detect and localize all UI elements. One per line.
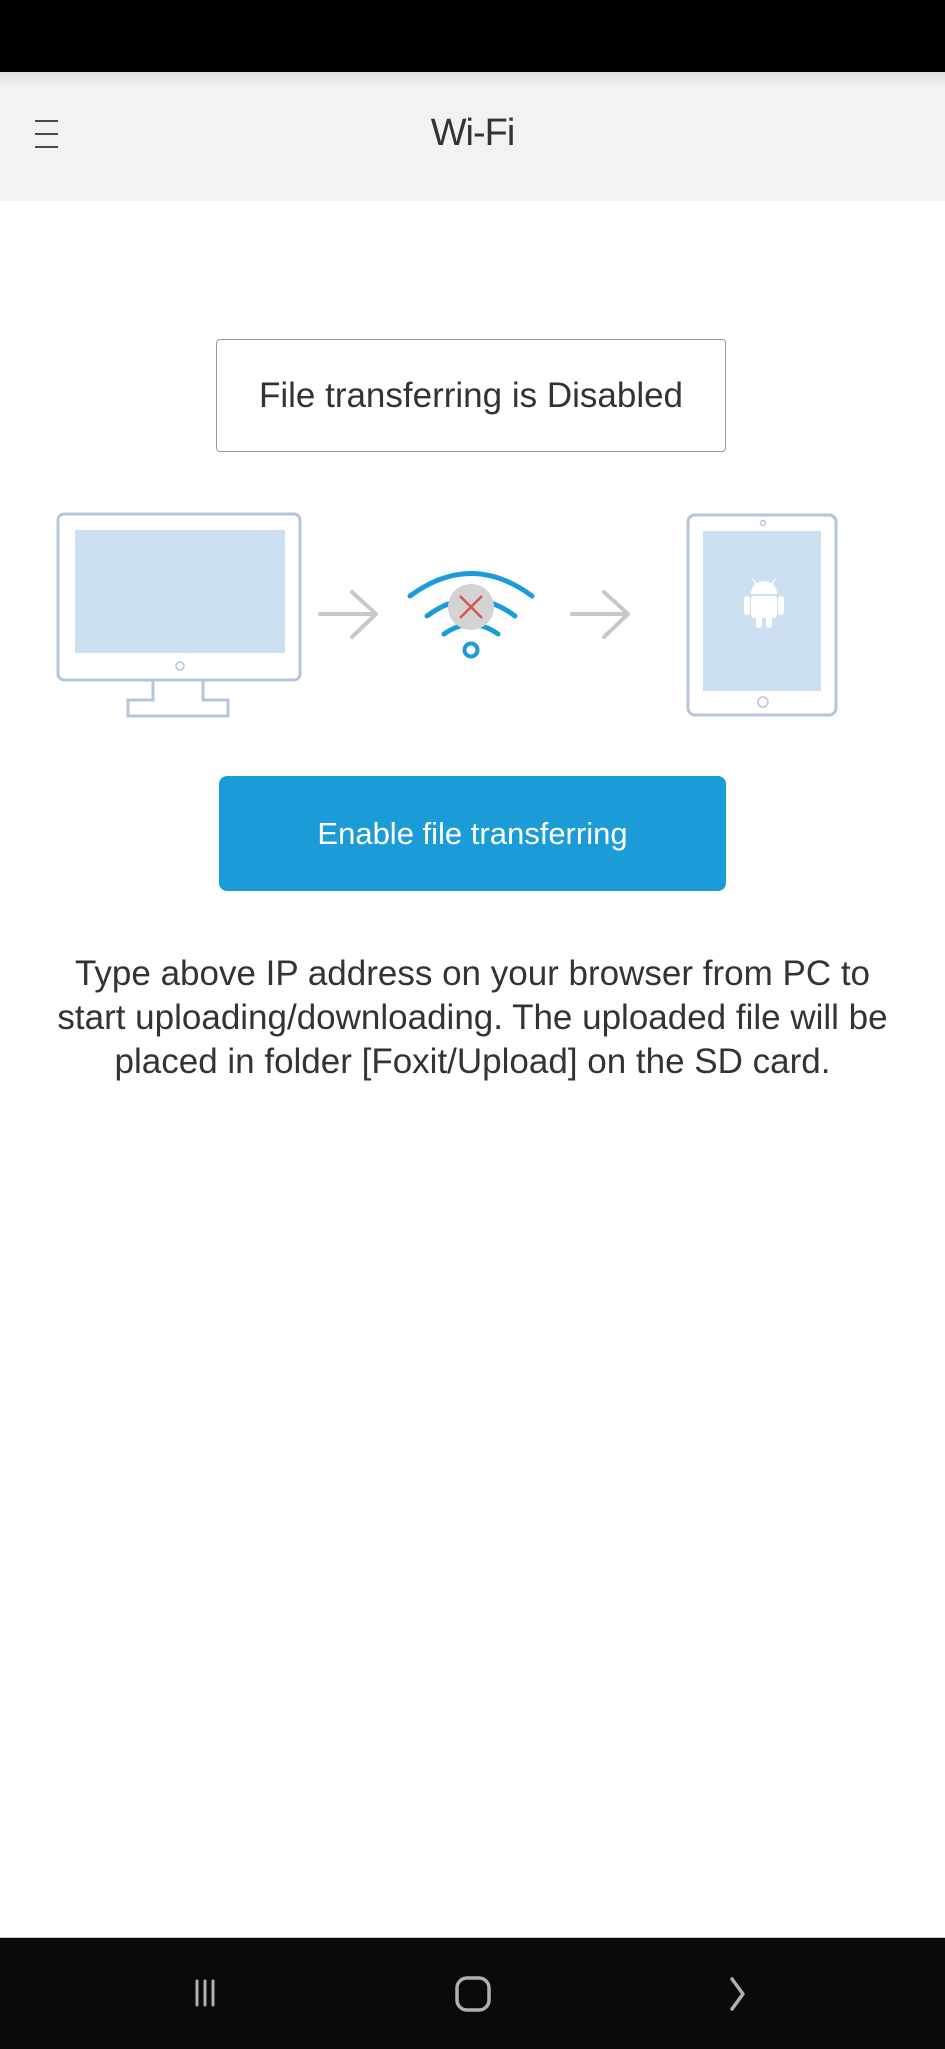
arrow-right-icon: [570, 590, 630, 639]
arrow-right-icon: [318, 590, 378, 639]
enable-file-transfer-button[interactable]: Enable file transferring: [219, 776, 726, 891]
wifi-disabled-icon: [407, 571, 535, 659]
transfer-status-text: File transferring is Disabled: [258, 375, 684, 415]
android-tablet-icon: [686, 513, 838, 717]
transfer-status-box: File transferring is Disabled: [216, 339, 726, 452]
system-nav-bar: [0, 1937, 945, 2049]
status-bar: [0, 0, 945, 72]
transfer-illustration: [56, 512, 838, 718]
back-icon: [730, 1977, 745, 2011]
recents-icon: [195, 1979, 215, 2007]
back-button[interactable]: [710, 1968, 770, 2018]
app-bar: Wi-Fi: [0, 72, 945, 201]
home-button[interactable]: [443, 1968, 503, 2018]
recents-button[interactable]: [180, 1968, 240, 2018]
help-text: Type above IP address on your browser fr…: [57, 954, 888, 1081]
page-title: Wi-Fi: [430, 112, 516, 154]
home-icon: [455, 1976, 491, 2012]
desktop-monitor-icon: [56, 512, 302, 718]
